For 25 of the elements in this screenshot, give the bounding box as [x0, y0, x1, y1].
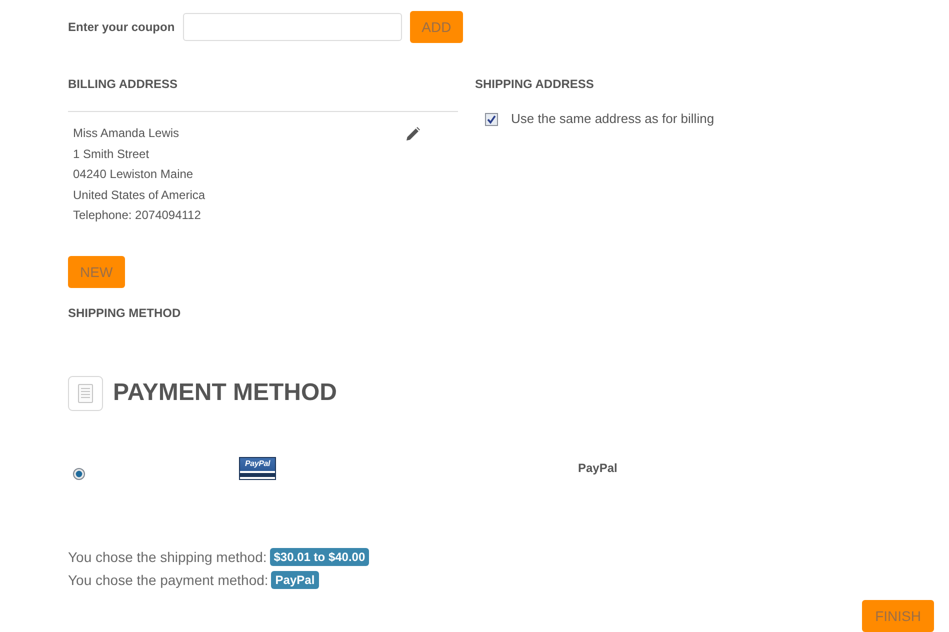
address-line: United States of America [73, 186, 206, 204]
pencil-icon[interactable] [406, 127, 420, 141]
radio-button[interactable] [73, 468, 85, 480]
payment-logo: PayPal [239, 456, 276, 480]
document-icon [68, 376, 103, 410]
finish-button[interactable]: FINISH [862, 600, 934, 632]
new-address-button[interactable]: NEW [68, 256, 125, 288]
coupon-label: Enter your coupon [68, 20, 175, 34]
address-line: 1 Smith Street [73, 146, 150, 162]
section-heading: BILLING ADDRESS [68, 77, 179, 91]
summary-text: You chose the shipping method: [68, 548, 267, 567]
address-line: Telephone: 2074094112 [73, 207, 202, 224]
checkbox-label: Use the same address as for billing [511, 112, 714, 126]
section-heading: SHIPPING METHOD [68, 306, 182, 320]
summary-badge: PayPal [271, 571, 319, 589]
add-button[interactable]: ADD [410, 11, 464, 43]
payment-name: PayPal [578, 460, 618, 474]
address-line: 04240 Lewiston Maine [73, 166, 194, 183]
section-heading: SHIPPING ADDRESS [475, 77, 595, 91]
summary-text: You chose the payment method: [68, 570, 268, 590]
summary-badge: $30.01 to $40.00 [270, 548, 370, 566]
payment-method-title: PAYMENT METHOD [113, 378, 338, 408]
checkbox[interactable] [485, 112, 498, 126]
coupon-input[interactable] [182, 13, 402, 41]
address-line: Miss Amanda Lewis [73, 125, 180, 142]
